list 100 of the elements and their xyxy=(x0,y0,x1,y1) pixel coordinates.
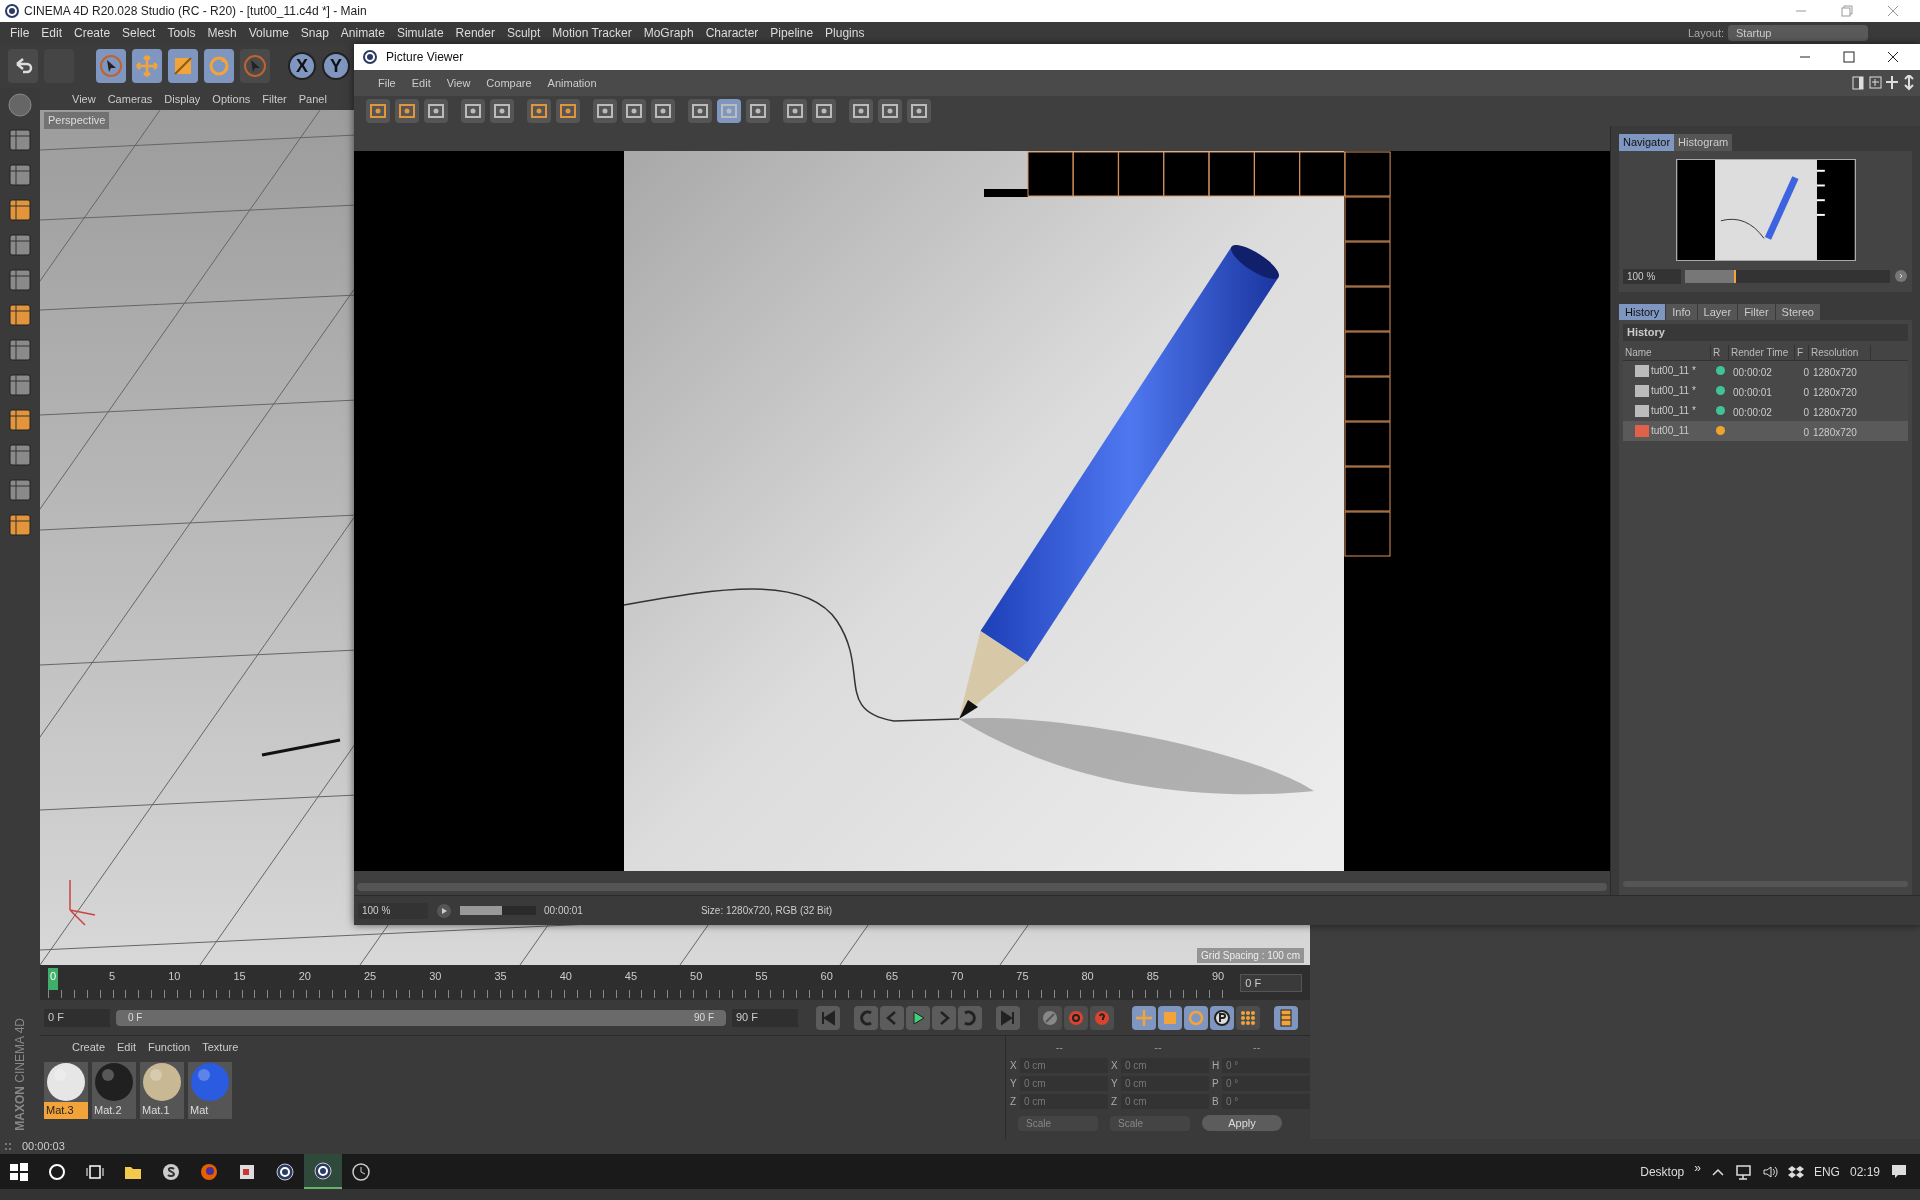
panel-toggle-icon[interactable] xyxy=(1851,75,1865,91)
key-button[interactable] xyxy=(1038,1005,1062,1030)
next-key-button[interactable] xyxy=(958,1005,982,1030)
menu-item[interactable]: Character xyxy=(699,24,765,42)
menu-item[interactable]: File xyxy=(4,24,36,42)
desktop-toolbar-label[interactable]: Desktop xyxy=(1640,1162,1685,1181)
material-menu-item[interactable]: Create xyxy=(72,1038,106,1056)
axis-lock-button[interactable]: Y xyxy=(322,52,350,80)
viewer-menu-item[interactable]: Animation xyxy=(547,74,597,92)
viewer-menu-item[interactable]: File xyxy=(378,74,396,92)
volume-icon[interactable] xyxy=(1761,1163,1778,1180)
viewport-menu-item[interactable]: Filter xyxy=(262,90,287,108)
end-frame-field[interactable]: 90 F xyxy=(732,1008,798,1027)
menu-item[interactable]: Pipeline xyxy=(764,24,820,42)
frame-range-slider[interactable]: 0 F 90 F xyxy=(116,1009,726,1026)
menu-item[interactable]: Select xyxy=(116,24,162,42)
network-icon[interactable] xyxy=(1734,1163,1752,1180)
help-button[interactable] xyxy=(1090,1005,1114,1030)
menu-item[interactable]: Motion Tracker xyxy=(546,24,638,42)
zoom-step-icon[interactable] xyxy=(1894,269,1908,283)
select-arrow-button[interactable] xyxy=(96,49,126,83)
film-strip-button[interactable] xyxy=(1274,1005,1298,1030)
current-frame-field[interactable]: 0 F xyxy=(1240,973,1302,992)
language-indicator[interactable]: ENG xyxy=(1813,1162,1840,1181)
column-header[interactable]: Resolution xyxy=(1809,344,1871,360)
history-row[interactable]: tut00_11 * 00:00:02 0 1280x720 xyxy=(1623,400,1908,421)
menu-item[interactable]: Volume xyxy=(242,24,295,42)
parameter-key-button[interactable] xyxy=(1210,1005,1234,1030)
viewer-menu-item[interactable]: Edit xyxy=(411,74,431,92)
live-selection-button[interactable] xyxy=(240,49,270,83)
history-row[interactable]: tut00_11 * 00:00:02 0 1280x720 xyxy=(1623,360,1908,381)
scale-button[interactable] xyxy=(168,49,198,83)
menu-item[interactable]: Sculpt xyxy=(500,24,547,42)
timeline-ruler[interactable]: 0 5 10 15 20 25 30 35 40 45 50 55 60 65 70 75 80 85 90 0 F xyxy=(40,965,1310,1000)
column-header[interactable]: R xyxy=(1711,344,1729,360)
layout-dropdown[interactable]: Startup xyxy=(1728,25,1868,41)
material-swatch[interactable]: Mat.1 xyxy=(140,1062,184,1119)
history-row[interactable]: tut00_11 0 1280x720 xyxy=(1623,420,1908,441)
menu-item[interactable]: Simulate xyxy=(390,24,450,42)
rotate-key-button[interactable] xyxy=(1184,1005,1208,1030)
play-button[interactable] xyxy=(906,1005,930,1030)
dropbox-icon[interactable] xyxy=(1787,1163,1804,1180)
go-to-start-button[interactable] xyxy=(816,1005,840,1030)
panel-tab[interactable]: Stereo xyxy=(1775,303,1820,320)
axis-lock-button[interactable]: X xyxy=(288,52,316,80)
viewport-menu-item[interactable]: Display xyxy=(164,90,201,108)
apply-button[interactable]: Apply xyxy=(1202,1115,1282,1131)
material-menu-item[interactable]: Edit xyxy=(117,1038,136,1056)
material-swatch[interactable]: Mat.2 xyxy=(92,1062,136,1119)
menu-item[interactable]: Create xyxy=(68,24,117,42)
resize-arrow-icon[interactable] xyxy=(1902,75,1916,91)
move-key-button[interactable] xyxy=(1132,1005,1156,1030)
viewer-menu-item[interactable]: View xyxy=(446,74,471,92)
undo-button[interactable] xyxy=(8,49,38,83)
previous-frame-button[interactable] xyxy=(880,1005,904,1030)
menu-item[interactable]: Animate xyxy=(334,24,391,42)
zoom-slider[interactable] xyxy=(1685,269,1890,283)
viewer-menu-item[interactable]: Compare xyxy=(486,74,532,92)
menu-item[interactable]: Render xyxy=(449,24,501,42)
history-row[interactable]: tut00_11 * 00:00:01 0 1280x720 xyxy=(1623,380,1908,401)
sphere-tool-icon[interactable] xyxy=(7,92,33,118)
navigator-tab[interactable]: Navigator xyxy=(1619,134,1675,151)
taskbar-clock[interactable]: 02:19 xyxy=(1849,1162,1880,1181)
panel-tab[interactable]: Info xyxy=(1666,303,1697,320)
add-panel-icon[interactable] xyxy=(1868,75,1882,91)
column-header[interactable]: F xyxy=(1795,344,1809,360)
navigator-tab[interactable]: Histogram xyxy=(1674,134,1733,151)
panel-tab[interactable]: Filter xyxy=(1738,303,1775,320)
start-frame-field[interactable]: 0 F xyxy=(44,1008,110,1027)
menu-item[interactable]: MoGraph xyxy=(637,24,700,42)
column-header[interactable]: Render Time xyxy=(1729,344,1795,360)
panel-tab[interactable]: History xyxy=(1619,303,1666,320)
material-menu-item[interactable]: Texture xyxy=(202,1038,239,1056)
material-menu-item[interactable]: Function xyxy=(148,1038,191,1056)
menu-item[interactable]: Snap xyxy=(294,24,335,42)
zoom-field[interactable]: 100 % xyxy=(358,902,428,919)
play-icon[interactable] xyxy=(436,902,452,919)
navigator-zoom-field[interactable]: 100 % xyxy=(1623,268,1681,284)
notification-icon[interactable] xyxy=(1890,1163,1908,1180)
menu-item[interactable]: Mesh xyxy=(201,24,243,42)
panel-tab[interactable]: Layer xyxy=(1697,303,1738,320)
menu-item[interactable]: Tools xyxy=(161,24,202,42)
material-swatch[interactable]: Mat xyxy=(188,1062,232,1119)
menu-item[interactable]: Plugins xyxy=(819,24,871,42)
viewport-menu-item[interactable]: Panel xyxy=(298,90,327,108)
material-swatch[interactable]: Mat.3 xyxy=(44,1062,88,1119)
viewport-menu-item[interactable]: Cameras xyxy=(107,90,153,108)
viewport-menu-item[interactable]: View xyxy=(72,90,96,108)
next-frame-button[interactable] xyxy=(932,1005,956,1030)
go-to-end-button[interactable] xyxy=(996,1005,1020,1030)
menu-item[interactable]: Edit xyxy=(35,24,69,42)
toolbar-chevron[interactable]: » xyxy=(1694,1158,1701,1177)
point-level-button[interactable] xyxy=(1236,1005,1260,1030)
close-icon[interactable] xyxy=(1886,50,1900,64)
scale-key-button[interactable] xyxy=(1158,1005,1182,1030)
maximize-icon[interactable] xyxy=(1842,50,1856,64)
move-arrows-icon[interactable] xyxy=(1885,75,1899,91)
previous-key-button[interactable] xyxy=(854,1005,878,1030)
cinema-app-button[interactable] xyxy=(304,1154,342,1189)
record-button[interactable] xyxy=(1064,1005,1088,1030)
